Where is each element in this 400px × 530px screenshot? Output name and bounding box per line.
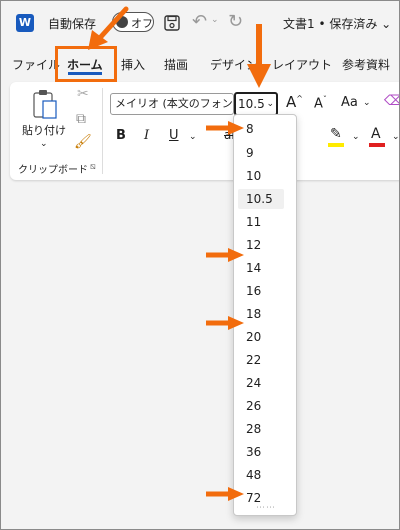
copy-icon[interactable]: ⧉ [76,111,86,127]
font-color-swatch [369,143,385,147]
tab-insert[interactable]: 挿入 [121,56,145,73]
highlighter-icon[interactable]: ✎ [330,126,342,142]
font-size-option[interactable]: 36 [238,442,284,462]
chevron-down-icon[interactable]: ⌄ [352,132,360,142]
annotation-arrow-icon [206,487,244,501]
tab-layout[interactable]: レイアウト [272,56,332,73]
cut-icon[interactable]: ✂ [77,86,89,102]
annotation-arrow-icon [206,248,244,262]
word-app-icon: W [16,14,34,32]
font-size-option[interactable]: 22 [238,350,284,370]
chevron-down-icon[interactable]: ⌄ [40,139,48,149]
font-size-option[interactable]: 11 [238,212,284,232]
font-name-combobox[interactable]: メイリオ (本文のフォン [110,93,234,115]
change-case-icon[interactable]: Aa [341,95,358,110]
grow-font-icon[interactable]: A^ [286,93,303,111]
paste-icon[interactable] [32,88,58,120]
group-divider [102,88,103,174]
font-color-icon[interactable]: A [371,126,381,142]
font-size-option-selected[interactable]: 10.5 [238,189,284,209]
title-bar: W 自動保存 オフ ↶ ⌄ ↻ 文書1 • 保存済み ⌄ [0,0,400,48]
ribbon-tabs: ファイル ホーム 挿入 描画 デザイン レイアウト 参考資料 [0,50,400,78]
font-size-option[interactable]: 24 [238,373,284,393]
font-size-option[interactable]: 16 [238,281,284,301]
annotation-arrow-icon [247,24,271,88]
undo-icon[interactable]: ↶ [192,11,207,32]
redo-icon[interactable]: ↻ [228,11,243,32]
active-tab-indicator [68,72,102,75]
annotation-arrow-icon [206,316,244,330]
clipboard-group-label: クリップボード [18,165,88,176]
save-icon[interactable] [164,15,180,35]
annotation-arrow-icon [206,121,244,135]
clear-formatting-icon[interactable]: ⌫ [384,93,400,109]
highlight-color-swatch [328,143,344,147]
font-size-option[interactable]: 9 [238,143,284,163]
chevron-down-icon[interactable]: ⌄ [211,15,219,25]
font-size-option[interactable]: 26 [238,396,284,416]
window-frame [0,0,400,530]
bold-button[interactable]: B [116,128,126,143]
annotation-arrow-icon [88,6,129,50]
tab-file[interactable]: ファイル [12,56,60,73]
chevron-down-icon[interactable]: ⌄ [189,132,197,142]
chevron-down-icon[interactable]: ⌄ [363,98,371,108]
font-size-option[interactable]: 28 [238,419,284,439]
font-size-option[interactable]: 48 [238,465,284,485]
font-size-combobox[interactable]: 10.5 ⌄ [234,92,278,116]
dialog-launcher-icon[interactable]: ⧅ [90,162,96,172]
font-size-value: 10.5 [238,97,265,111]
paste-button[interactable]: 貼り付け [22,122,66,138]
format-painter-icon[interactable]: 🖌 [74,134,92,150]
italic-button[interactable]: I [144,128,149,143]
tab-draw[interactable]: 描画 [164,56,188,73]
underline-button[interactable]: U [169,128,179,143]
shrink-font-icon[interactable]: Aˇ [314,95,327,111]
resize-grip-icon[interactable]: ⋯⋯ [256,503,276,513]
tab-references[interactable]: 参考資料 [342,56,390,73]
autosave-state: オフ [131,17,153,30]
document-title[interactable]: 文書1 • 保存済み ⌄ [283,15,391,32]
font-size-option[interactable]: 10 [238,166,284,186]
chevron-down-icon[interactable]: ⌄ [392,132,400,142]
clipboard-group: 貼り付け ⌄ ✂ ⧉ 🖌 クリップボード ⧅ [10,82,105,180]
tab-home[interactable]: ホーム [67,56,103,73]
chevron-down-icon[interactable]: ⌄ [266,94,274,114]
